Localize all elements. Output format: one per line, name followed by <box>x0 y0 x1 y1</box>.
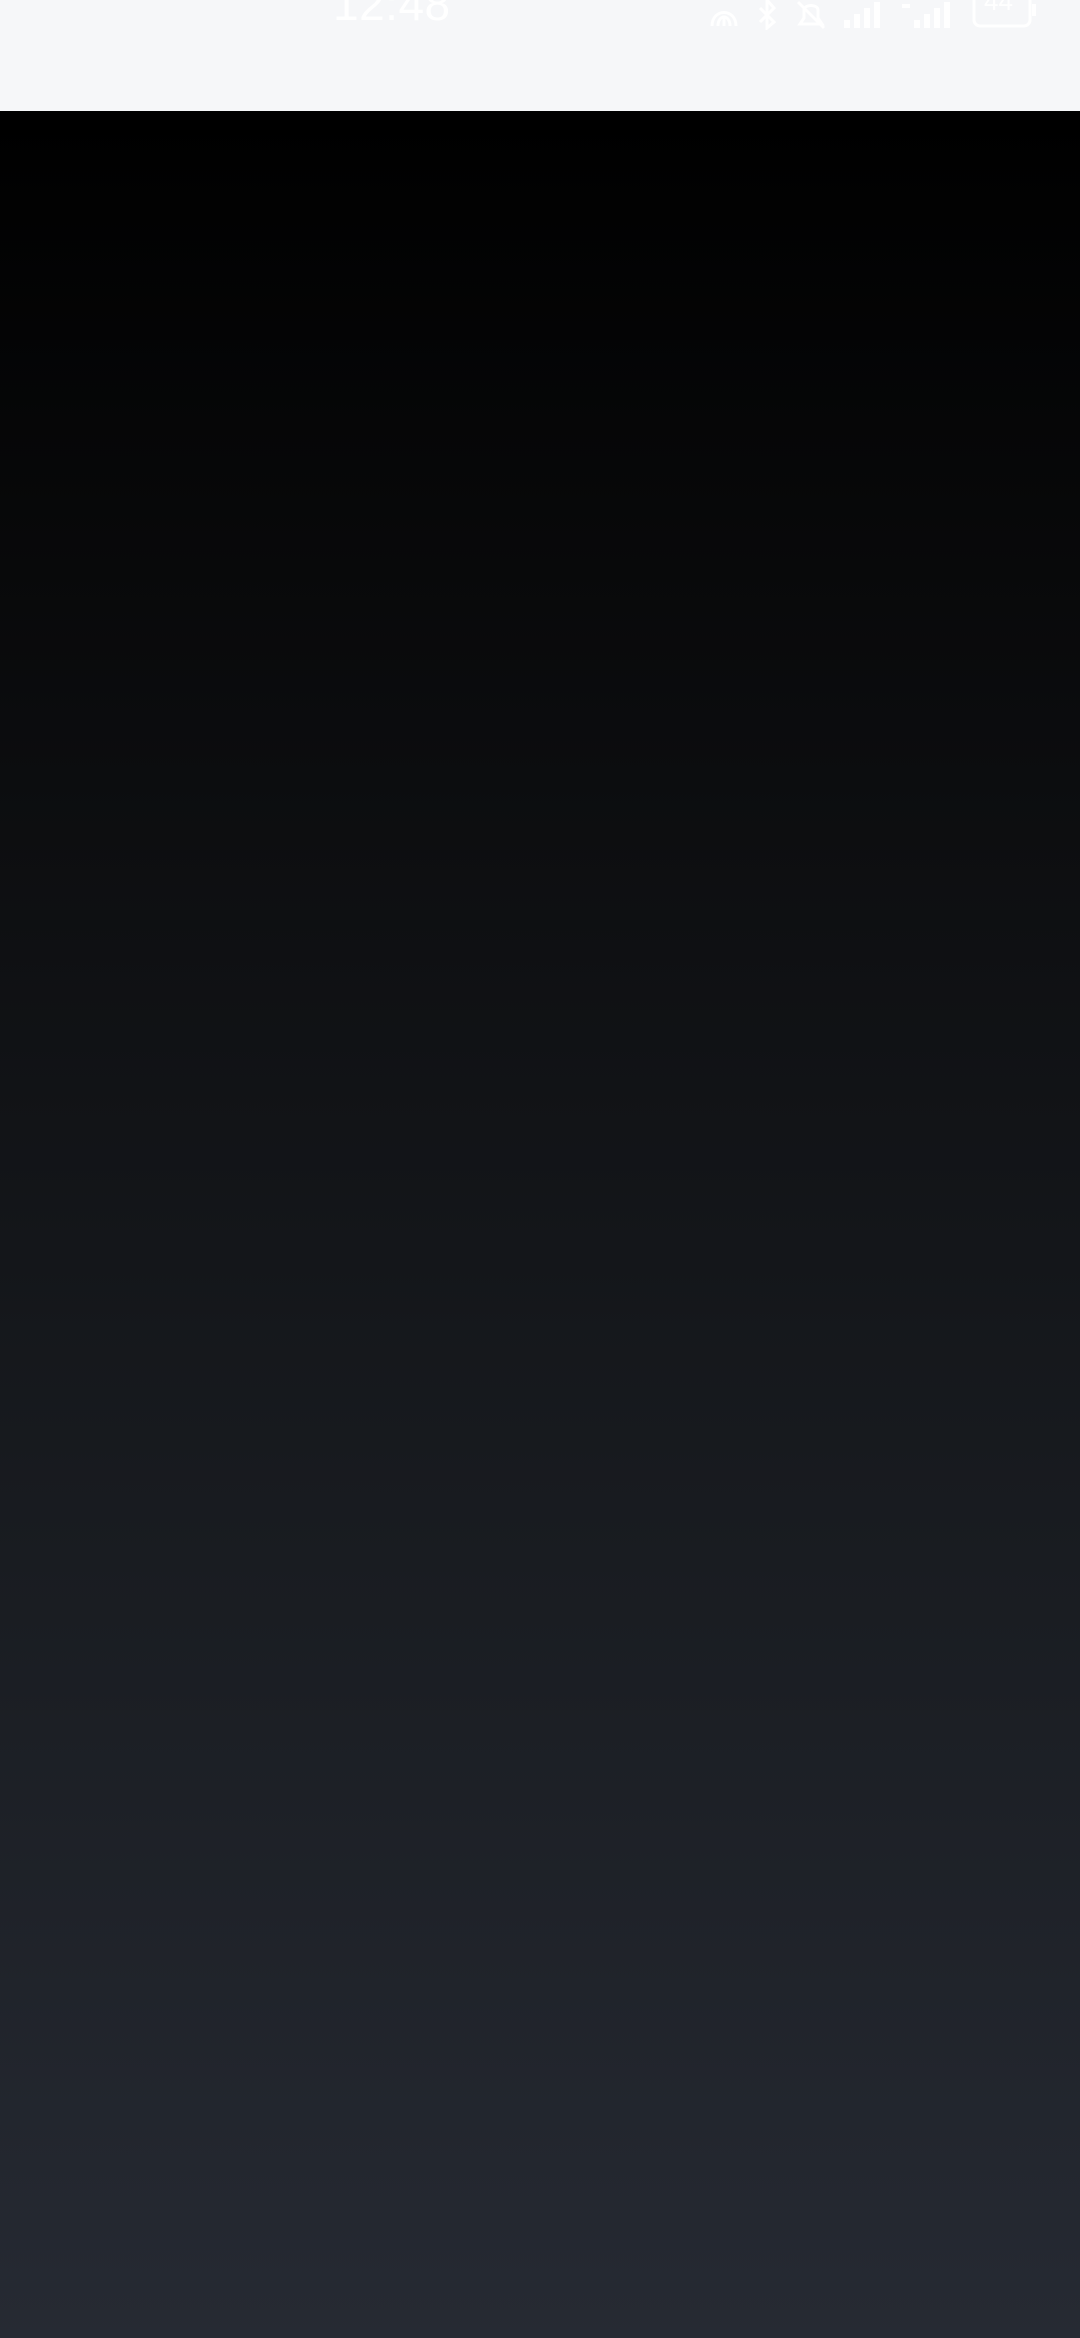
battery-icon: 44 <box>972 0 1038 30</box>
dark-gradient-background <box>0 111 1080 2338</box>
status-bar: 12:48 44 <box>0 0 1080 111</box>
mute-icon <box>794 0 828 30</box>
signal-4g-icon <box>900 0 958 30</box>
bluetooth-icon <box>756 0 780 30</box>
signal-icon <box>842 0 886 30</box>
screen: 12:48 44 <box>0 0 1080 2338</box>
status-time: 12:48 <box>333 0 451 30</box>
status-icons: 44 <box>706 0 1038 30</box>
nfc-icon <box>706 0 742 30</box>
battery-level: 44 <box>984 0 1013 16</box>
